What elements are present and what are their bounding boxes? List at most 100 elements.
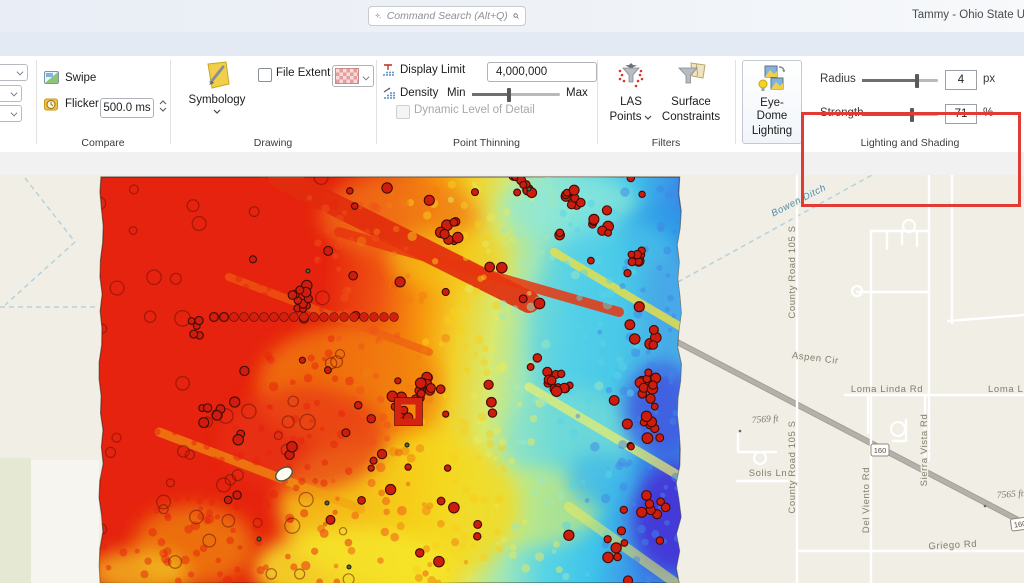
- raster-speckle: [129, 242, 138, 251]
- raster-speckle: [311, 548, 318, 555]
- raster-speckle: [140, 570, 148, 578]
- las-point-dot: [487, 397, 497, 407]
- layer-combo-1[interactable]: [0, 64, 28, 81]
- raster-speckle: [461, 202, 468, 209]
- raster-speckle: [176, 207, 183, 214]
- raster-speckle: [493, 456, 498, 461]
- surface-constraints-label-2: Constraints: [662, 111, 720, 124]
- symbology-button[interactable]: Symbology: [186, 60, 248, 114]
- raster-speckle: [270, 490, 278, 498]
- raster-speckle: [334, 564, 339, 569]
- raster-speckle: [619, 387, 628, 396]
- flicker-interval-spinner[interactable]: 500.0 ms: [100, 98, 154, 118]
- density-slider[interactable]: [472, 93, 560, 96]
- swipe-button[interactable]: Swipe: [44, 71, 96, 84]
- search-icon[interactable]: [513, 10, 519, 22]
- raster-speckle: [464, 421, 471, 428]
- spinner-up-icon[interactable]: [159, 100, 167, 105]
- raster-speckle: [461, 533, 470, 542]
- raster-speckle: [307, 195, 313, 201]
- raster-speckle: [116, 532, 122, 538]
- raster-speckle: [345, 539, 353, 547]
- raster-speckle: [632, 270, 637, 275]
- raster-speckle: [249, 220, 255, 226]
- raster-speckle: [594, 276, 598, 280]
- raster-speckle: [206, 509, 214, 517]
- surface-constraints-button[interactable]: Surface Constraints: [658, 62, 724, 124]
- spinner-down-icon[interactable]: [159, 107, 167, 112]
- file-extent-color-picker[interactable]: [332, 65, 374, 87]
- raster-speckle: [477, 412, 486, 421]
- las-point-dot: [484, 380, 493, 389]
- raster-speckle: [598, 322, 604, 328]
- raster-speckle: [597, 330, 602, 335]
- eye-dome-lighting-toggle[interactable]: Eye-Dome Lighting: [742, 60, 802, 144]
- raster-speckle: [368, 438, 377, 447]
- raster-speckle: [330, 200, 339, 209]
- density-slider-handle[interactable]: [507, 88, 511, 102]
- command-search-input[interactable]: Command Search (Alt+Q): [368, 6, 526, 26]
- raster-speckle: [606, 277, 613, 284]
- las-point-cluster-dot: [645, 500, 653, 508]
- flicker-button[interactable]: Flicker: [44, 97, 99, 111]
- raster-speckle: [665, 191, 673, 199]
- strength-value-input[interactable]: 71: [945, 104, 977, 124]
- raster-speckle: [397, 506, 407, 516]
- surface-constraints-icon: [675, 62, 707, 94]
- raster-speckle: [486, 440, 494, 448]
- raster-dot-line: [350, 313, 359, 322]
- raster-speckle: [334, 242, 343, 251]
- strength-slider[interactable]: [862, 113, 938, 116]
- raster-speckle: [258, 426, 264, 432]
- group-divider: [170, 60, 171, 144]
- raster-speckle: [336, 215, 344, 223]
- las-point-dot: [497, 262, 508, 273]
- raster-speckle: [112, 483, 120, 491]
- las-point-dot: [564, 530, 574, 540]
- radius-slider-handle[interactable]: [915, 74, 919, 88]
- raster-speckle: [146, 373, 151, 378]
- raster-speckle: [377, 396, 385, 404]
- raster-speckle: [264, 352, 272, 360]
- raster-speckle: [543, 234, 549, 240]
- raster-speckle: [252, 457, 261, 466]
- raster-speckle: [281, 196, 289, 204]
- layer-combo-2[interactable]: [0, 85, 22, 102]
- ribbon: Swipe Flicker 500.0 ms Compare Symbology…: [0, 56, 1024, 153]
- file-extent-checkbox[interactable]: [258, 68, 272, 82]
- raster-speckle: [158, 538, 166, 546]
- raster-speckle: [120, 368, 130, 378]
- raster-speckle: [226, 227, 235, 236]
- las-point-dot: [534, 298, 545, 309]
- las-point-cluster-dot: [212, 411, 222, 421]
- display-limit-input[interactable]: 4,000,000: [487, 62, 597, 82]
- raster-speckle: [293, 485, 300, 492]
- raster-speckle: [474, 352, 478, 356]
- raster-speckle: [672, 230, 677, 235]
- title-bar: Command Search (Alt+Q) Tammy - Ohio Stat…: [0, 0, 1024, 32]
- raster-green-dot: [405, 443, 409, 447]
- raster-speckle: [383, 509, 389, 515]
- layer-combo-3[interactable]: [0, 105, 22, 122]
- signed-in-user[interactable]: Tammy - Ohio State Un: [912, 9, 1024, 21]
- spinner-arrows[interactable]: [159, 100, 167, 112]
- raster-speckle: [127, 412, 134, 419]
- radius-unit: px: [983, 73, 995, 85]
- radius-value-input[interactable]: 4: [945, 70, 977, 90]
- map-view[interactable]: 1601607569 ft7565 ftBowen DitchCounty Ro…: [0, 175, 1024, 583]
- file-extent-label: File Extent: [276, 67, 330, 79]
- raster-dot-line: [370, 313, 379, 322]
- strength-unit: %: [983, 107, 993, 119]
- raster-speckle: [277, 219, 285, 227]
- radius-slider[interactable]: [862, 79, 938, 82]
- raster-speckle: [486, 430, 494, 438]
- las-points-filter-button[interactable]: LAS Points: [606, 62, 656, 124]
- strength-slider-handle[interactable]: [910, 108, 914, 122]
- las-point-cluster-dot: [547, 376, 556, 385]
- raster-speckle: [325, 349, 333, 357]
- raster-speckle: [234, 502, 242, 510]
- radius-label: Radius: [820, 73, 856, 85]
- raster-speckle: [405, 384, 414, 393]
- las-point-cluster-dot: [649, 341, 658, 350]
- eye-dome-label-2: Lighting: [752, 125, 792, 138]
